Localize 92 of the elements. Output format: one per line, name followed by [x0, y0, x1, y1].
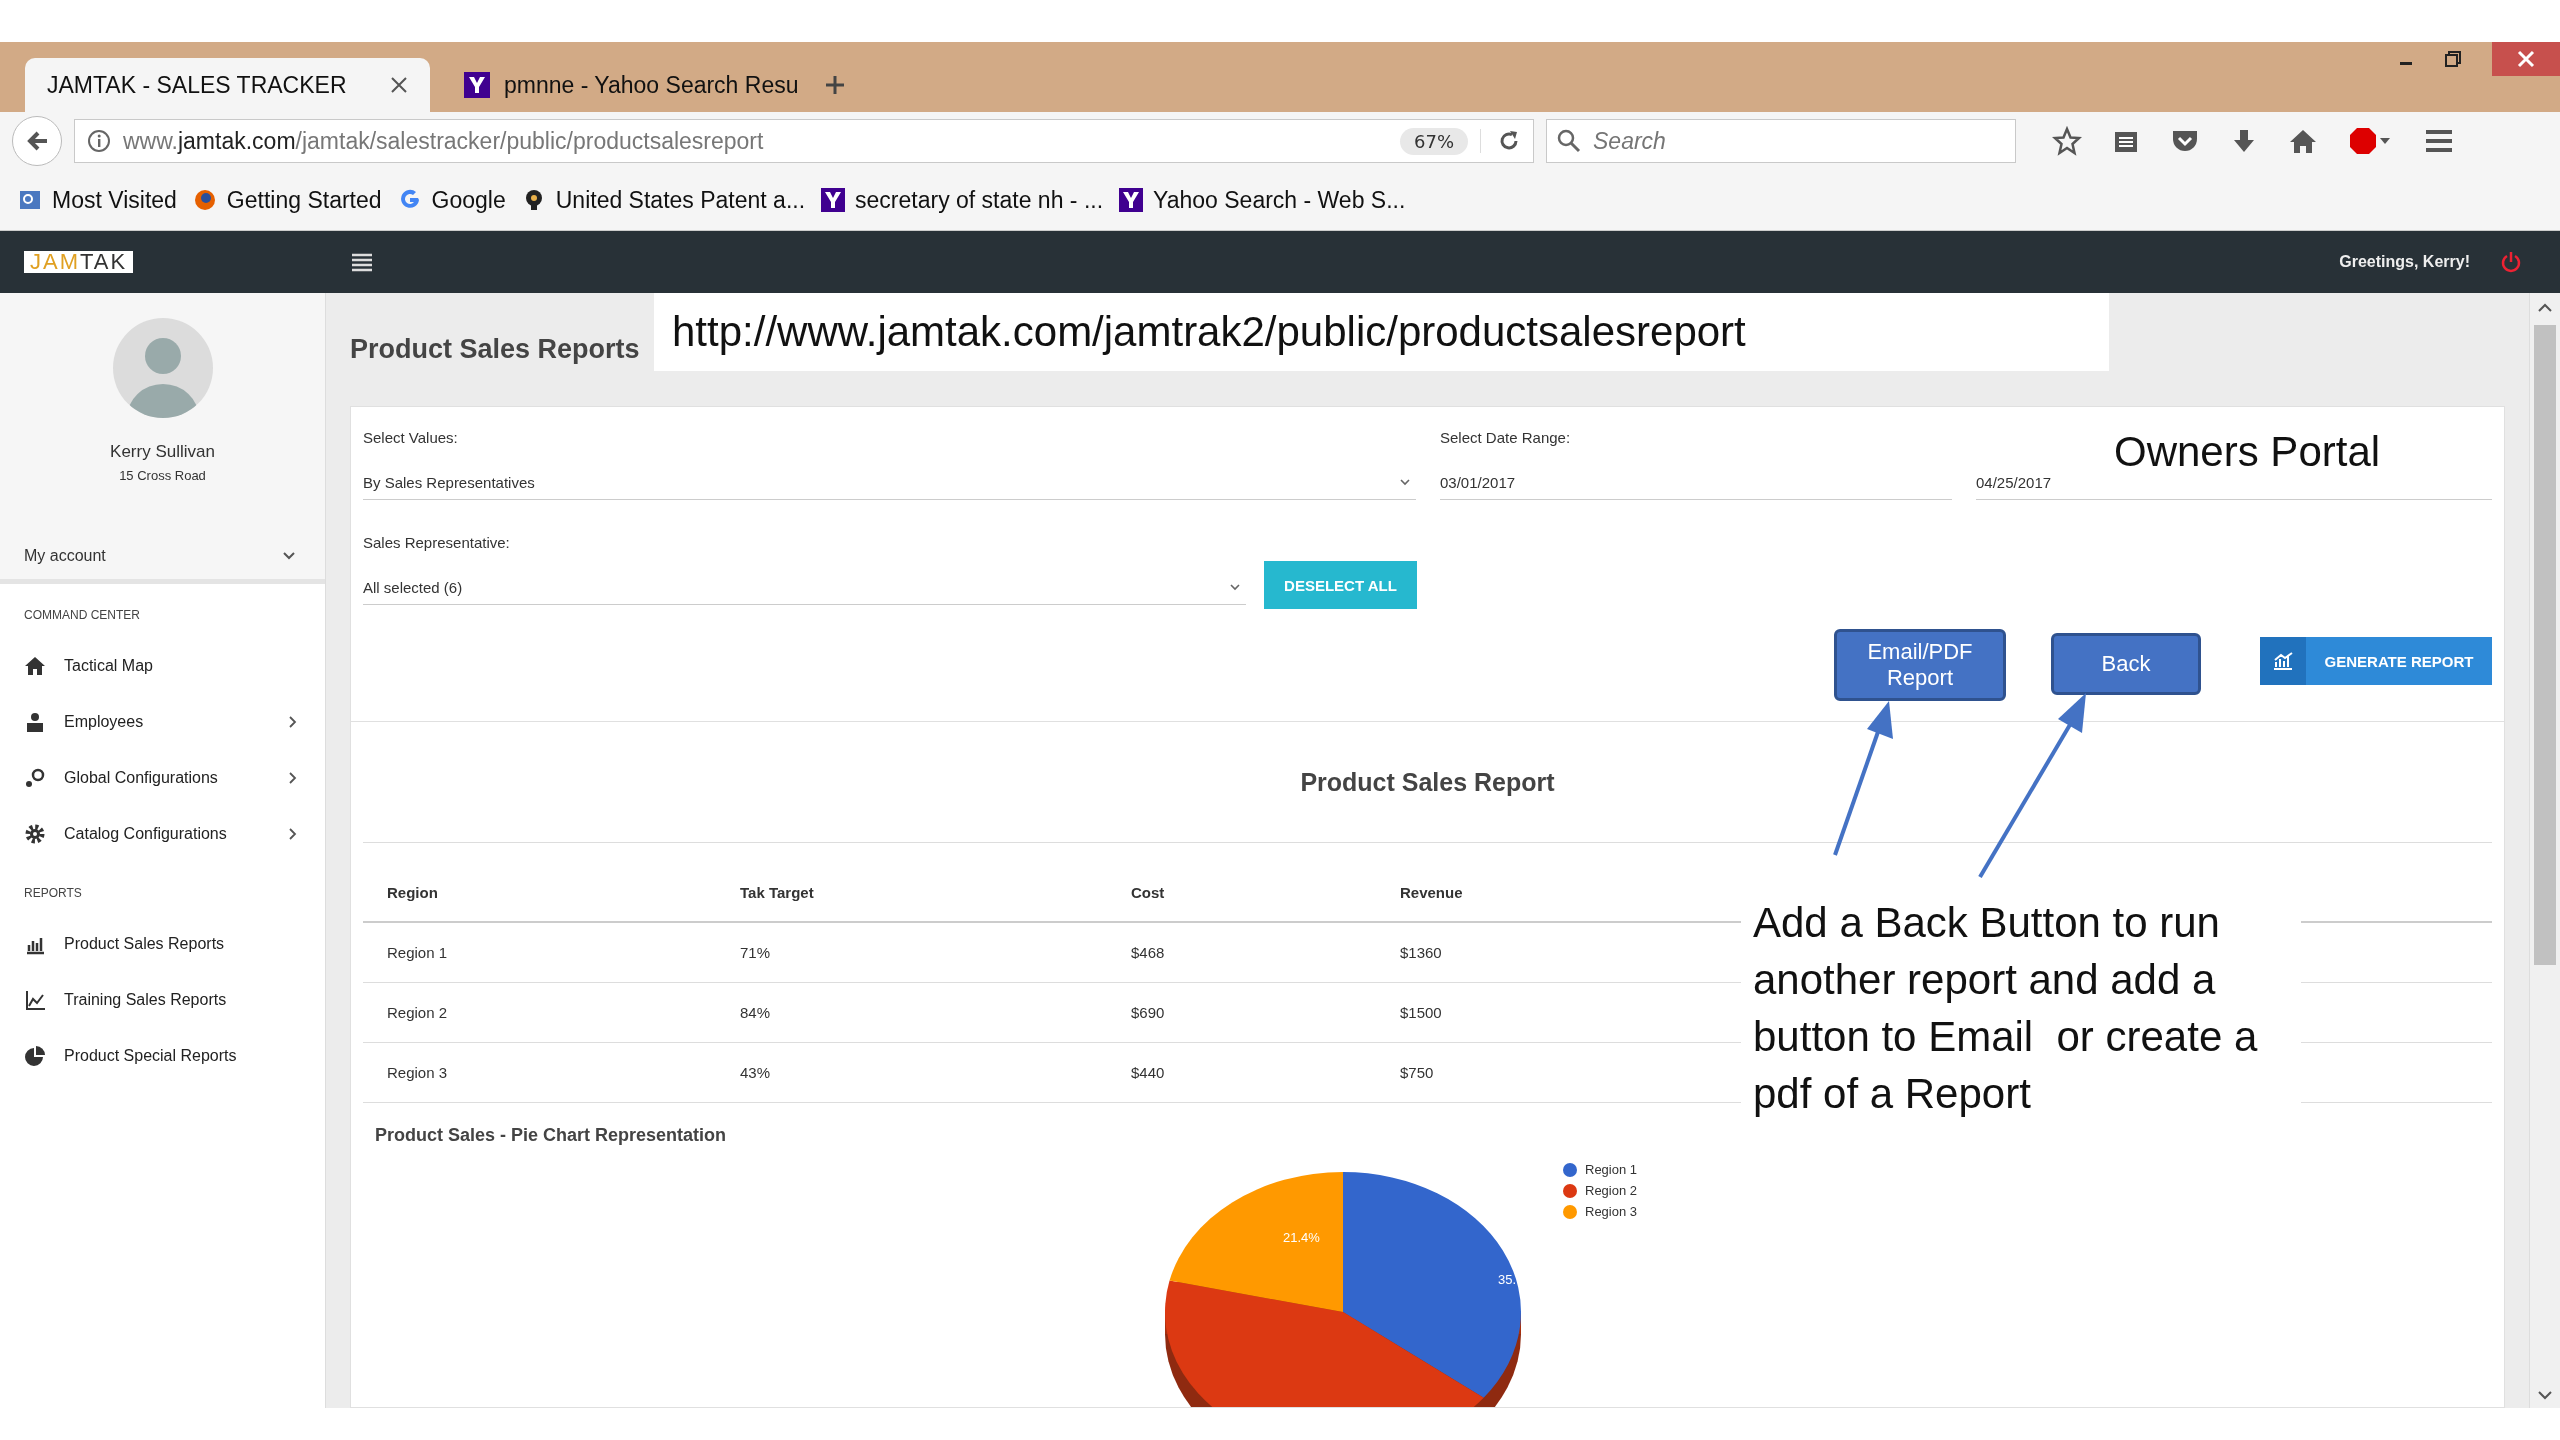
chart-title: Product Sales - Pie Chart Representation — [375, 1125, 727, 1146]
table-cell: $440 — [1107, 1042, 1376, 1103]
close-icon — [2516, 49, 2536, 69]
legend-label: Region 2 — [1585, 1183, 1638, 1198]
menu-icon[interactable] — [2424, 128, 2454, 154]
table-cell: $750 — [1376, 1042, 1701, 1103]
app-logo: JAMTAK — [24, 251, 134, 273]
close-icon[interactable] — [390, 76, 408, 94]
search-icon — [1556, 128, 1582, 154]
y-logo-icon — [1119, 188, 1144, 212]
bookmark-star-icon[interactable] — [2052, 126, 2082, 156]
table-cell: 71% — [716, 922, 1107, 983]
scroll-down-icon[interactable] — [2538, 1390, 2552, 1400]
bookmark-link[interactable]: Google — [397, 186, 506, 214]
user-name: Kerry Sullivan — [110, 442, 215, 462]
address-bar[interactable]: www.jamtak.com/jamtak/salestracker/public/productsalesreport 67% — [74, 119, 1534, 163]
new-tab-icon[interactable] — [824, 74, 846, 96]
column-header: Region — [363, 863, 716, 922]
table-cell: $1360 — [1376, 922, 1701, 983]
sidebar-item[interactable]: Tactical Map — [0, 638, 325, 694]
page-title: Product Sales Reports — [350, 334, 640, 365]
chevron-right-icon — [289, 716, 297, 728]
table-cell: $1500 — [1376, 982, 1701, 1043]
bookmark-link[interactable]: Yahoo Search - Web S... — [1119, 186, 1406, 214]
gear-icon — [24, 823, 46, 845]
field-label: Sales Representative: — [363, 534, 511, 553]
bookmark-link[interactable]: United States Patent a... — [521, 186, 806, 214]
table-cell: Region 2 — [363, 982, 716, 1043]
menu-icon[interactable] — [351, 252, 374, 272]
column-header: Revenue — [1376, 863, 1701, 922]
close-window-button[interactable] — [2492, 42, 2560, 76]
globe-icon — [192, 188, 217, 212]
home-icon[interactable] — [2288, 127, 2318, 155]
sidebar-item[interactable]: Product Special Reports — [0, 1028, 325, 1084]
power-icon[interactable] — [2500, 251, 2522, 273]
restore-icon[interactable] — [2444, 50, 2462, 68]
y-logo-icon — [821, 188, 846, 212]
user-address: 15 Cross Road — [119, 468, 206, 483]
person-icon — [24, 711, 46, 733]
account-dropdown[interactable]: My account — [0, 533, 325, 584]
info-icon[interactable] — [87, 129, 111, 153]
chevron-right-icon — [289, 828, 297, 840]
annotation-url-text: http://www.jamtak.com/jamtrak2/public/productsalesreport — [654, 293, 2109, 371]
scrollbar-thumb[interactable] — [2534, 325, 2556, 965]
sidebar-item[interactable]: Product Sales Reports — [0, 916, 325, 972]
table-cell: Region 1 — [363, 922, 716, 983]
sidebar-item[interactable]: Employees — [0, 694, 325, 750]
table-cell: $690 — [1107, 982, 1376, 1043]
bookmark-link[interactable]: secretary of state nh - ... — [821, 186, 1104, 214]
sidebar-item[interactable]: Training Sales Reports — [0, 972, 325, 1028]
zoom-level-badge[interactable]: 67% — [1400, 127, 1468, 155]
chevron-right-icon — [289, 772, 297, 784]
values-dropdown[interactable]: By Sales Representatives — [363, 465, 1416, 500]
generate-report-button[interactable]: GENERATE REPORT — [2260, 637, 2492, 685]
bookmark-link[interactable]: Getting Started — [192, 186, 382, 214]
slice-label: 35. — [1498, 1272, 1517, 1287]
scroll-up-icon[interactable] — [2538, 303, 2552, 313]
chart-icon — [2272, 651, 2294, 671]
chevron-down-icon — [1400, 478, 1410, 486]
end-date-field[interactable]: 04/25/2017 — [1976, 465, 2492, 500]
table-cell: 84% — [716, 982, 1107, 1043]
representative-dropdown[interactable]: All selected (6) — [363, 570, 1246, 605]
chevron-down-icon — [283, 552, 295, 560]
y-logo-icon — [464, 72, 490, 98]
section-heading: REPORTS — [23, 886, 83, 900]
table-cell: Region 3 — [363, 1042, 716, 1103]
bookmark-link[interactable]: Most Visited — [18, 186, 177, 214]
table-cell: $468 — [1107, 922, 1376, 983]
browser-tab[interactable]: pmnne - Yahoo Search Resu — [442, 58, 802, 112]
url-text: www.jamtak.com/jamtak/salestracker/public/productsalesreport — [123, 127, 765, 155]
column-header: Tak Target — [716, 863, 1107, 922]
field-label: Select Values: — [363, 429, 459, 448]
table-cell: 43% — [716, 1042, 1107, 1103]
column-header: Cost — [1107, 863, 1376, 922]
sidebar-item[interactable]: Catalog Configurations — [0, 806, 325, 862]
folder-icon — [18, 188, 42, 212]
chevron-down-icon — [1230, 583, 1240, 591]
browser-tab[interactable]: JAMTAK - SALES TRACKER — [25, 58, 430, 112]
search-field[interactable]: Search — [1546, 119, 2016, 163]
section-heading: COMMAND CENTER — [23, 608, 141, 622]
field-label: Select Date Range: — [1440, 429, 1572, 448]
link-icon — [24, 767, 46, 789]
back-button[interactable] — [12, 116, 62, 166]
start-date-field[interactable]: 03/01/2017 — [1440, 465, 1952, 500]
pie-chart-icon — [24, 1045, 46, 1067]
slice-label: 21.4% — [1283, 1230, 1320, 1245]
legend-label: Region 1 — [1585, 1162, 1638, 1177]
home-icon — [24, 655, 46, 677]
sidebar-item[interactable]: Global Configurations — [0, 750, 325, 806]
line-chart-icon — [24, 989, 46, 1011]
legend-label: Region 3 — [1585, 1204, 1638, 1219]
greeting-text: Greetings, Kerry! — [2339, 253, 2470, 271]
